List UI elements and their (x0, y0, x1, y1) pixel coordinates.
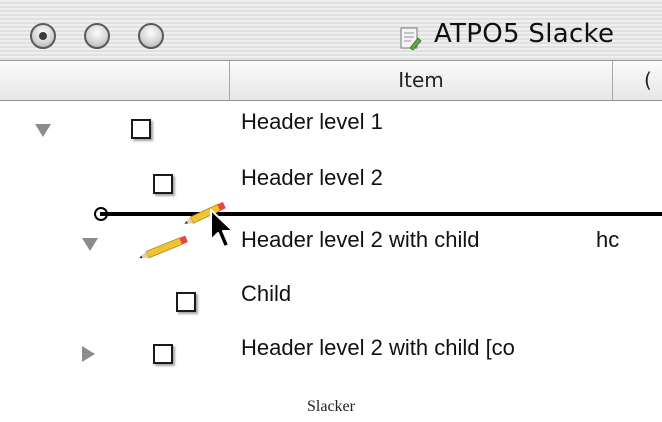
row-column2-value[interactable]: hc (596, 227, 619, 253)
pencil-icon (139, 235, 188, 259)
row-checkbox[interactable] (176, 292, 196, 312)
row-label[interactable]: Header level 1 (241, 109, 383, 135)
column-header-item[interactable]: Item (230, 61, 612, 100)
disclosure-triangle-expanded[interactable] (35, 124, 51, 137)
row-label[interactable]: Header level 2 with child [co (241, 335, 515, 361)
row-checkbox[interactable] (131, 119, 151, 139)
title-bar[interactable]: ATPO5 Slacke (0, 0, 662, 61)
minimize-button[interactable] (84, 23, 110, 49)
row-checkbox[interactable] (153, 174, 173, 194)
outliner-window: ATPO5 Slacke Item ( Header level 1 Heade… (0, 0, 662, 396)
close-button[interactable] (30, 23, 56, 49)
zoom-button[interactable] (138, 23, 164, 49)
column-divider[interactable] (612, 61, 613, 100)
window-title: ATPO5 Slacke (434, 19, 615, 49)
document-icon (400, 27, 422, 51)
disclosure-triangle-collapsed[interactable] (82, 346, 95, 362)
figure-caption: Slacker (307, 398, 355, 415)
row-label[interactable]: Header level 2 with child (241, 227, 479, 253)
column-header-next[interactable]: ( (644, 61, 652, 100)
arrow-cursor-icon (210, 209, 234, 248)
disclosure-triangle-expanded[interactable] (82, 238, 98, 251)
row-label[interactable]: Child (241, 281, 291, 307)
column-header-bar: Item ( (0, 61, 662, 101)
row-checkbox[interactable] (153, 344, 173, 364)
row-label[interactable]: Header level 2 (241, 165, 383, 191)
